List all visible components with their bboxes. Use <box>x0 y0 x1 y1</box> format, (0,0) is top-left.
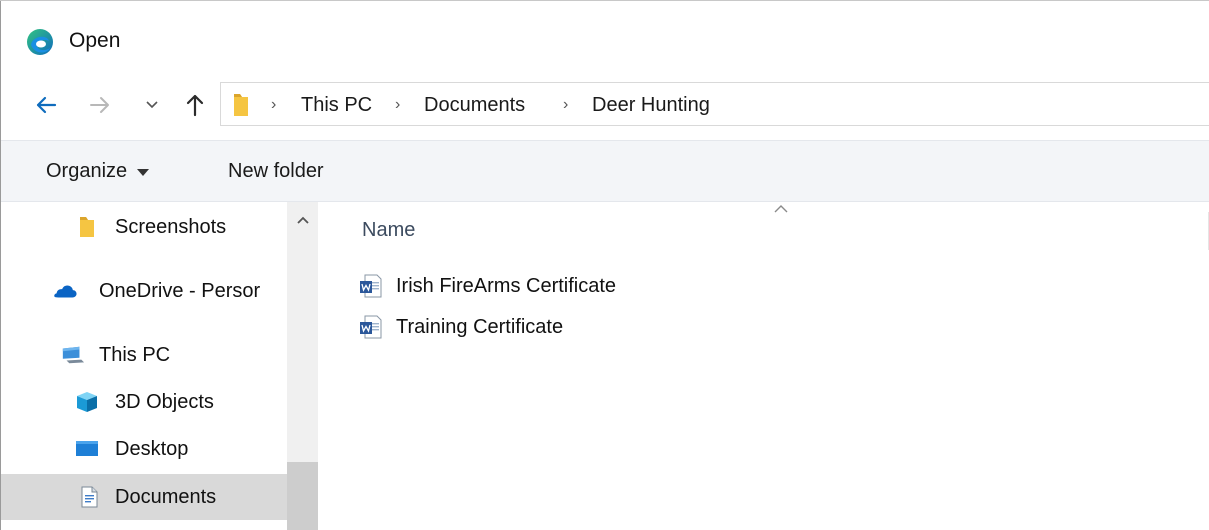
nav-item-label: This PC <box>99 343 171 366</box>
documents-icon <box>81 486 98 508</box>
folder-icon <box>234 94 248 116</box>
breadcrumb-separator[interactable]: › <box>271 83 276 127</box>
word-document-icon <box>360 274 382 298</box>
open-file-dialog: Open › This PC › Documents › Deer Huntin… <box>0 0 1209 530</box>
file-name: Irish FireArms Certificate <box>396 274 617 297</box>
navigation-pane: Screenshots OneDrive - Persor This PC 3D… <box>1 202 287 530</box>
caret-down-icon <box>137 168 150 176</box>
forward-arrow-icon <box>90 97 109 113</box>
forward-button[interactable] <box>82 80 118 130</box>
3d-objects-icon <box>77 392 97 412</box>
window-title: Open <box>69 29 121 52</box>
desktop-icon <box>76 441 98 456</box>
breadcrumb-this-pc[interactable]: This PC <box>301 83 372 127</box>
breadcrumb-separator[interactable]: › <box>395 83 400 127</box>
chevron-down-icon <box>146 101 158 109</box>
nav-item-label: Desktop <box>115 437 189 460</box>
nav-item-screenshots[interactable]: Screenshots <box>1 204 287 250</box>
nav-item-label: Screenshots <box>115 215 227 238</box>
column-header-name[interactable]: Name <box>362 216 415 244</box>
title-bar[interactable]: Open <box>1 1 1209 79</box>
edge-browser-icon <box>27 29 53 55</box>
onedrive-cloud-icon <box>54 285 77 298</box>
address-bar[interactable]: › This PC › Documents › Deer Hunting <box>220 82 1209 126</box>
nav-item-label: OneDrive - Persor <box>99 279 261 302</box>
nav-item-label: Documents <box>115 485 217 508</box>
new-folder-button[interactable]: New folder <box>228 141 324 201</box>
nav-pane-scrollbar[interactable] <box>287 202 318 530</box>
file-row[interactable]: Irish FireArms Certificate <box>358 268 958 304</box>
file-list: Name Irish FireArms Certificate Training… <box>318 202 1209 530</box>
navigation-bar: › This PC › Documents › Deer Hunting <box>0 80 1209 130</box>
up-button[interactable] <box>178 80 212 130</box>
file-row[interactable]: Training Certificate <box>358 309 958 345</box>
command-toolbar: Organize New folder <box>1 140 1209 202</box>
back-arrow-icon <box>36 96 57 114</box>
nav-item-label: 3D Objects <box>115 390 214 413</box>
breadcrumb-deer-hunting[interactable]: Deer Hunting <box>592 83 710 127</box>
chevron-up-icon <box>296 216 309 224</box>
nav-item-this-pc[interactable]: This PC <box>1 332 287 378</box>
sort-ascending-icon <box>774 205 788 213</box>
recent-locations-button[interactable] <box>140 80 164 130</box>
nav-item-3d-objects[interactable]: 3D Objects <box>1 379 287 425</box>
back-button[interactable] <box>28 80 64 130</box>
breadcrumb-documents[interactable]: Documents <box>424 83 525 127</box>
folder-icon <box>80 217 94 237</box>
breadcrumb-separator[interactable]: › <box>563 83 568 127</box>
nav-item-onedrive[interactable]: OneDrive - Persor <box>1 268 287 314</box>
scroll-up-button[interactable] <box>287 208 318 232</box>
organize-button[interactable]: Organize <box>46 141 150 201</box>
organize-label: Organize <box>46 159 128 182</box>
word-document-icon <box>360 315 382 339</box>
file-name: Training Certificate <box>396 315 564 338</box>
nav-item-desktop[interactable]: Desktop <box>1 426 287 472</box>
nav-item-documents[interactable]: Documents <box>1 474 287 520</box>
scroll-thumb[interactable] <box>287 462 318 530</box>
computer-icon <box>62 346 85 364</box>
up-arrow-icon <box>186 94 204 117</box>
